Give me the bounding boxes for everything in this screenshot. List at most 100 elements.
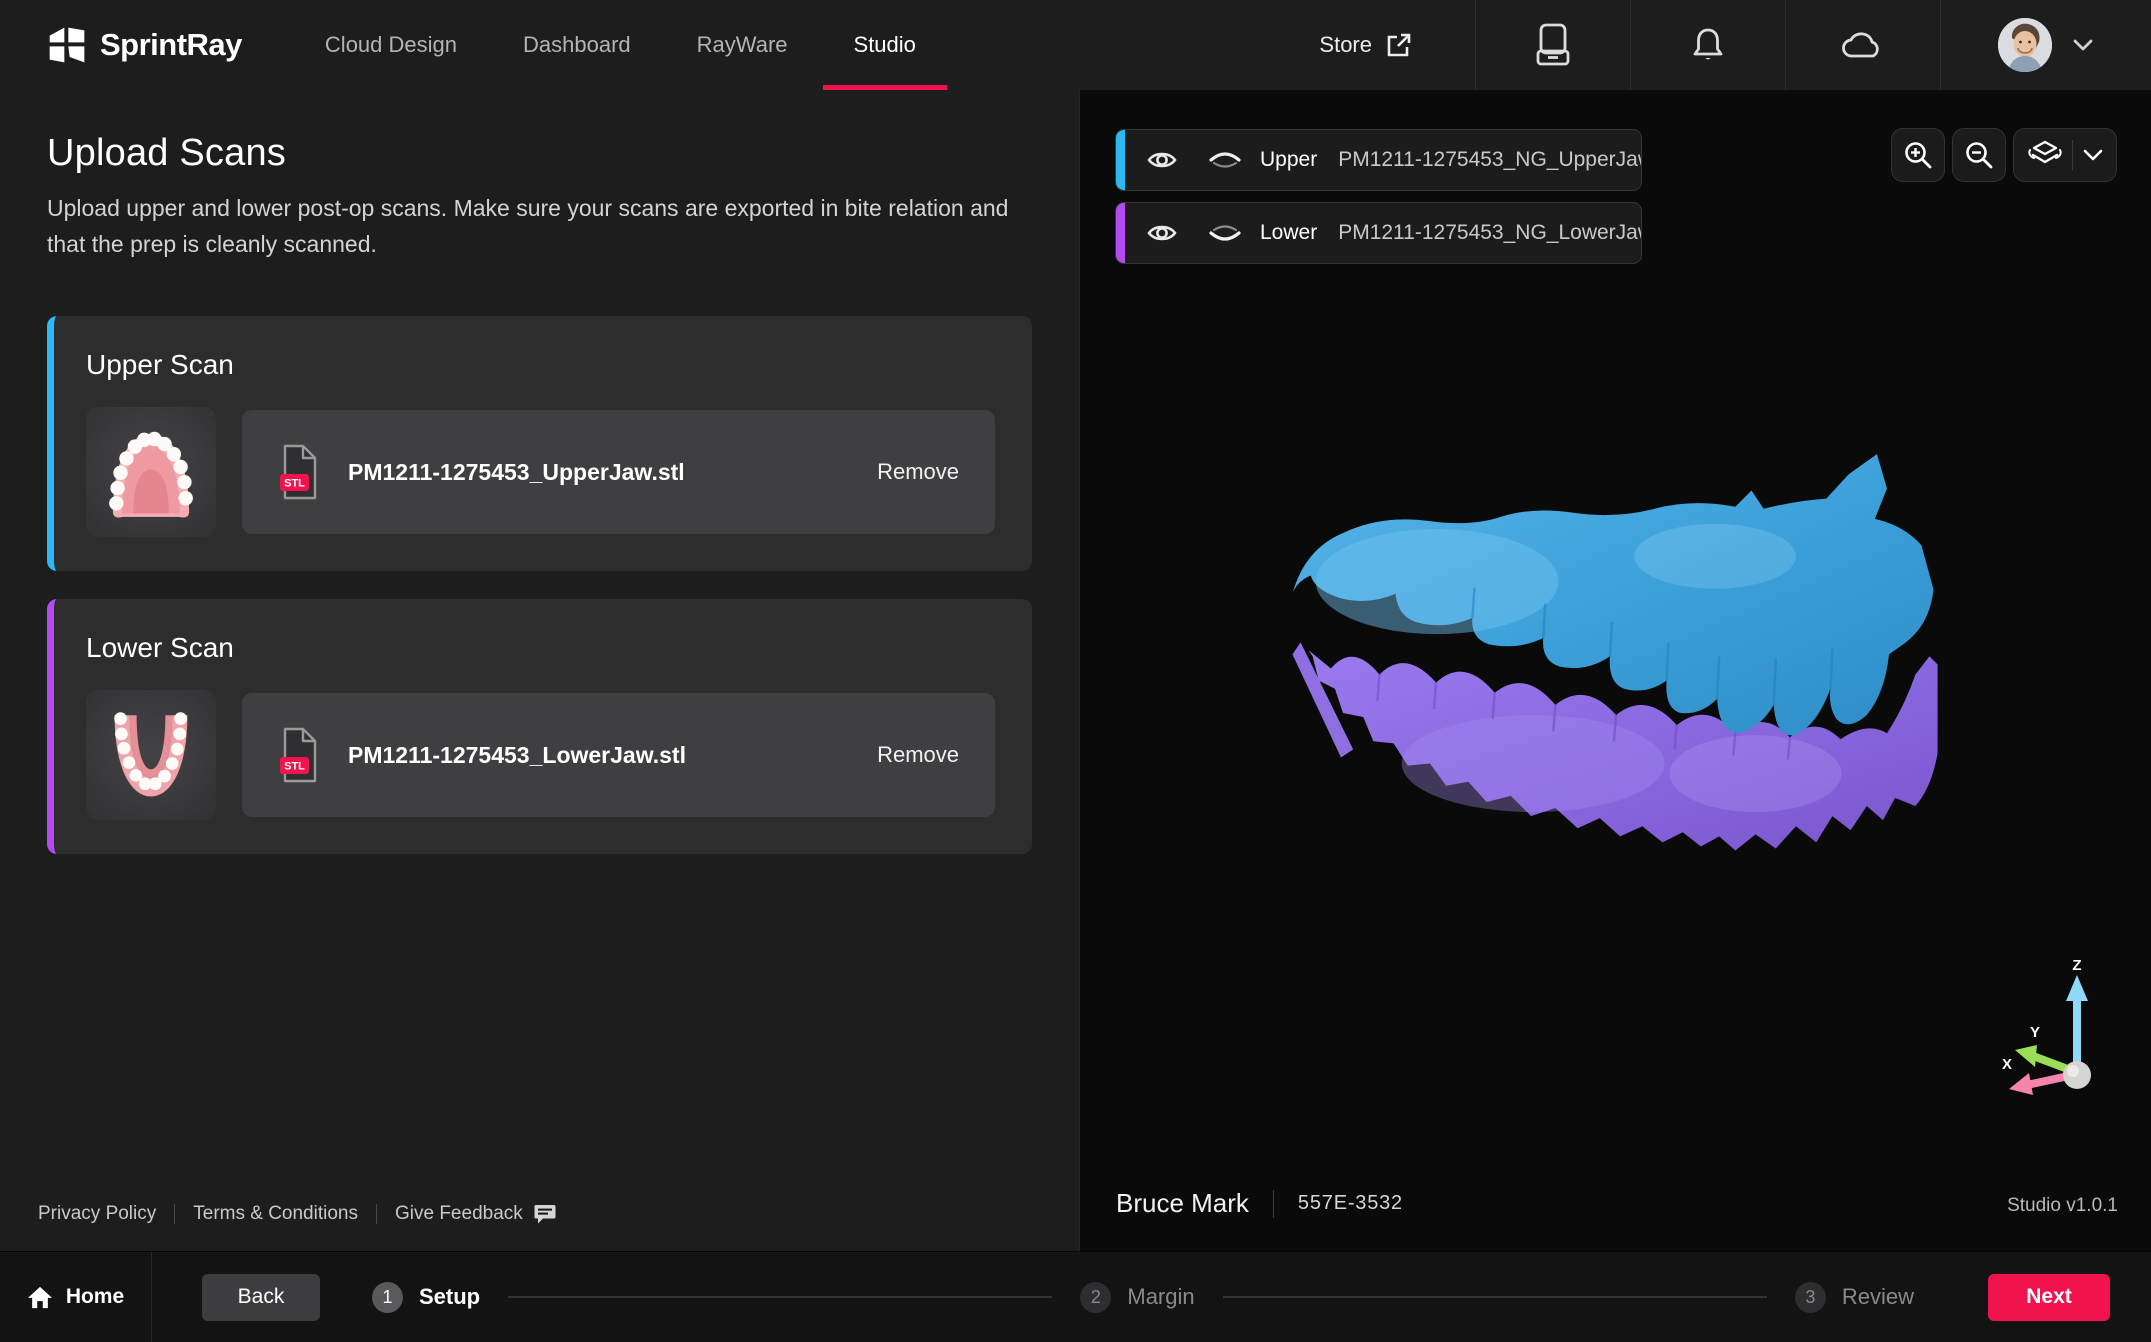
bell-icon [1690,25,1726,65]
nav-item-rayware[interactable]: RayWare [664,0,821,90]
cloud-icon [1841,29,1885,61]
view-layers-menu-button[interactable] [2013,128,2117,182]
upper-arch-icon [1207,150,1243,170]
upper-file-chip: STL PM1211-1275453_UpperJaw.stl Remove [242,410,995,534]
layer-list: Upper PM1211-1275453_NG_UpperJaw.... [1115,129,1642,264]
footer-divider [376,1204,377,1224]
avatar [1998,18,2052,72]
axis-y-label: Y [2030,1024,2040,1041]
page-title: Upload Scans [47,132,1032,175]
page-description: Upload upper and lower post-op scans. Ma… [47,191,1012,262]
svg-text:STL: STL [284,761,305,773]
printer-icon [1534,22,1572,68]
printer-button[interactable] [1475,0,1630,90]
privacy-policy-link[interactable]: Privacy Policy [38,1203,156,1225]
upper-file-name: PM1211-1275453_UpperJaw.stl [348,459,850,486]
zoom-out-button[interactable] [1952,128,2006,182]
axis-x-label: X [2002,1056,2012,1073]
upper-accent-bar [1116,130,1125,190]
step-margin[interactable]: 2 Margin [1080,1282,1194,1313]
nav-item-studio[interactable]: Studio [821,0,949,90]
axis-z-label: Z [2072,959,2081,974]
stl-file-icon: STL [275,443,321,501]
privacy-policy-label: Privacy Policy [38,1203,156,1225]
upper-jaw-thumbnail [86,407,216,537]
case-id: 557E-3532 [1298,1192,1403,1215]
top-navbar: SprintRay Cloud Design Dashboard RayWare… [0,0,2151,90]
give-feedback-link[interactable]: Give Feedback [395,1203,556,1225]
lower-jaw-thumbnail [86,690,216,820]
main-nav: Cloud Design Dashboard RayWare Studio [292,0,949,90]
eye-icon [1147,222,1177,244]
axis-gizmo: Z Y X [1997,959,2113,1095]
jaw-scan-3d-model[interactable] [1229,440,1999,895]
brand-name: SprintRay [100,27,242,63]
upper-scan-card: Upper Scan [47,316,1032,571]
lower-file-chip: STL PM1211-1275453_LowerJaw.stl Remove [242,693,995,817]
step-review[interactable]: 3 Review [1795,1282,1914,1313]
stl-file-icon: STL [275,726,321,784]
lower-layer-label: Lower [1260,221,1317,245]
chevron-down-icon [2072,38,2094,52]
store-label: Store [1319,32,1372,58]
zoom-in-icon [1903,140,1933,170]
patient-divider [1273,1190,1274,1218]
notifications-button[interactable] [1630,0,1785,90]
lower-accent-bar [1116,203,1125,263]
scan-3d-viewer[interactable]: Upper PM1211-1275453_NG_UpperJaw.... [1081,90,2151,1251]
lower-scan-card: Lower Scan [47,599,1032,854]
home-icon [27,1285,53,1309]
step-setup-number: 1 [372,1282,403,1313]
upper-jaw-illustration [96,417,206,527]
terms-conditions-label: Terms & Conditions [193,1203,358,1225]
lower-file-name: PM1211-1275453_LowerJaw.stl [348,742,850,769]
zoom-out-icon [1964,140,1994,170]
step-setup-label: Setup [419,1284,480,1310]
eye-icon [1147,149,1177,171]
lower-scan-title: Lower Scan [86,632,995,664]
layer-chip-lower[interactable]: Lower PM1211-1275453_NG_LowerJaw.... [1115,202,1642,264]
lower-arch-icon [1207,223,1243,243]
layer-chip-upper[interactable]: Upper PM1211-1275453_NG_UpperJaw.... [1115,129,1642,191]
cloud-sync-button[interactable] [1785,0,1940,90]
scan-cards: Upper Scan [47,316,1032,854]
footer-divider [174,1204,175,1224]
wizard-bottom-bar: Home Back 1 Setup 2 Margin 3 Review Next [0,1251,2151,1342]
app-version: Studio v1.0.1 [2007,1195,2118,1217]
step-margin-label: Margin [1127,1284,1194,1310]
toolbar-divider [2072,140,2073,170]
header-spacer [949,0,1320,90]
upper-layer-label: Upper [1260,148,1317,172]
wizard-stepper: 1 Setup 2 Margin 3 Review [372,1282,1914,1313]
nav-item-dashboard[interactable]: Dashboard [490,0,664,90]
upper-layer-filename: PM1211-1275453_NG_UpperJaw.... [1338,148,1642,172]
step-setup[interactable]: 1 Setup [372,1282,480,1313]
sprintray-mark-icon [47,25,87,65]
terms-conditions-link[interactable]: Terms & Conditions [193,1203,358,1225]
upload-scans-panel: Upload Scans Upload upper and lower post… [0,90,1080,1251]
step-review-label: Review [1842,1284,1914,1310]
lower-remove-button[interactable]: Remove [877,742,959,768]
give-feedback-label: Give Feedback [395,1203,523,1225]
step-review-number: 3 [1795,1282,1826,1313]
step-margin-number: 2 [1080,1282,1111,1313]
nav-item-cloud-design[interactable]: Cloud Design [292,0,490,90]
store-link[interactable]: Store [1319,0,1475,90]
chevron-down-icon [2083,149,2103,162]
upper-visibility-toggle[interactable] [1147,149,1177,171]
sprintray-studio-app: SprintRay Cloud Design Dashboard RayWare… [0,0,2151,1342]
svg-text:STL: STL [284,478,305,490]
zoom-in-button[interactable] [1891,128,1945,182]
back-button[interactable]: Back [202,1274,320,1321]
home-button[interactable]: Home [0,1252,152,1342]
external-link-icon [1385,31,1413,59]
profile-menu[interactable] [1940,0,2151,90]
next-button[interactable]: Next [1988,1274,2110,1321]
upper-remove-button[interactable]: Remove [877,459,959,485]
feedback-chat-icon [534,1204,556,1225]
patient-info: Bruce Mark 557E-3532 [1116,1188,1403,1219]
upper-scan-title: Upper Scan [86,349,995,381]
brand-logo[interactable]: SprintRay [0,0,242,90]
lower-visibility-toggle[interactable] [1147,222,1177,244]
stepper-connector [1223,1296,1767,1298]
